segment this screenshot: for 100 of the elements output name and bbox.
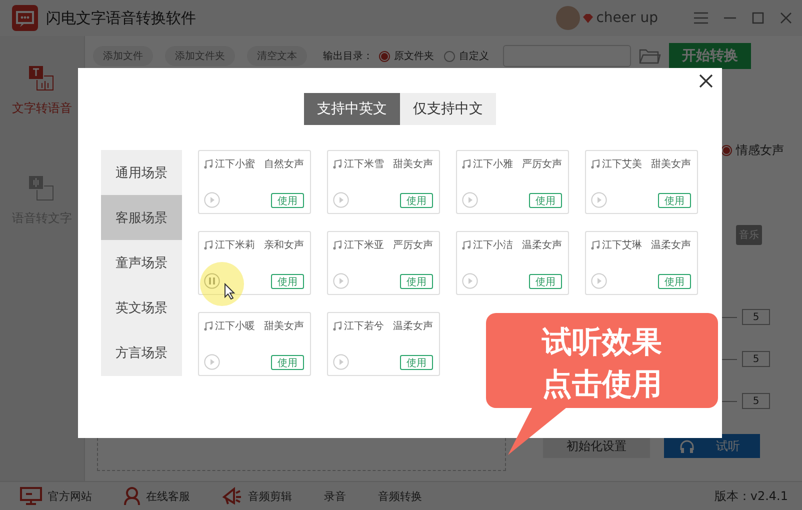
music-note-icon (333, 159, 342, 169)
radio-label: 原文件夹 (394, 50, 434, 63)
pause-icon[interactable] (204, 273, 220, 289)
language-tab[interactable]: 支持中英文 (304, 93, 400, 125)
footer-link[interactable]: 录音 (324, 488, 346, 504)
toolbar-button[interactable]: 添加文件夹 (165, 46, 235, 66)
music-note-icon (591, 240, 600, 250)
sidebar-item[interactable]: 文字转语音 (0, 66, 84, 176)
toolbar-button[interactable]: 添加文件 (93, 46, 153, 66)
music-note-icon (333, 240, 342, 250)
play-icon[interactable] (591, 192, 607, 208)
speech-to-text-icon (29, 176, 55, 202)
category-item[interactable]: 童声场景 (101, 240, 182, 285)
use-button[interactable]: 使用 (400, 274, 433, 288)
menu-icon[interactable] (694, 12, 708, 24)
radio-label: 自定义 (459, 50, 489, 63)
cursor-highlight (200, 262, 244, 306)
value-field[interactable]: 5 (742, 393, 770, 409)
listen-button[interactable]: 试听 (664, 434, 760, 458)
voice-style: 甜美女声 (393, 158, 433, 171)
value-field[interactable]: 5 (742, 351, 770, 367)
voice-style: 甜美女声 (264, 320, 304, 333)
diamond-icon (582, 12, 594, 24)
voice-name: 江下米莉 (215, 238, 255, 252)
use-button[interactable]: 使用 (400, 354, 433, 370)
version-label: 版本：v2.4.1 (714, 488, 788, 504)
use-button[interactable]: 使用 (271, 354, 304, 370)
music-note-icon (333, 321, 342, 331)
voice-name: 江下小洁 (473, 238, 513, 252)
play-icon[interactable] (462, 273, 478, 289)
music-note-icon (591, 159, 600, 169)
voice-name: 江下艾美 (602, 158, 642, 171)
voice-name: 江下米亚 (344, 238, 384, 252)
voice-name: 江下米雪 (344, 158, 384, 171)
play-icon[interactable] (462, 192, 478, 208)
play-icon[interactable] (204, 354, 220, 370)
voice-style: 甜美女声 (651, 158, 691, 171)
footer-link[interactable]: 音频转换 (378, 488, 422, 504)
value-field[interactable]: 5 (742, 309, 770, 325)
voice-style: 亲和女声 (264, 238, 304, 252)
category-item[interactable]: 方言场景 (101, 330, 182, 375)
megaphone-icon (222, 487, 242, 505)
play-icon[interactable] (591, 273, 607, 289)
play-icon[interactable] (204, 192, 220, 208)
use-button[interactable]: 使用 (658, 192, 691, 208)
use-button[interactable]: 使用 (400, 192, 433, 208)
radio-label: 情感女声 (736, 142, 784, 159)
category-item[interactable]: 英文场景 (101, 285, 182, 330)
music-note-icon (204, 159, 213, 169)
voice-name: 江下小暖 (215, 320, 255, 333)
music-note-icon (204, 321, 213, 331)
window-title: 闪电文字语音转换软件 (46, 8, 197, 28)
play-icon[interactable] (333, 354, 349, 370)
footer-link-label: 官方网站 (48, 488, 92, 504)
use-button[interactable]: 使用 (529, 274, 562, 288)
voice-style: 温柔女声 (651, 238, 691, 252)
radio-option[interactable]: 自定义 (444, 49, 489, 63)
output-label: 输出目录： (323, 50, 373, 63)
text-to-speech-icon (29, 66, 55, 92)
footer-link[interactable]: 音频剪辑 (222, 487, 292, 505)
user-name: cheer up (596, 10, 658, 26)
avatar[interactable] (556, 6, 580, 30)
path-field[interactable] (503, 45, 631, 67)
voice-name: 江下小雅 (473, 158, 513, 171)
radio-option[interactable]: 原文件夹 (379, 49, 434, 63)
voice-name: 江下艾琳 (602, 238, 642, 252)
footer-link-label: 音频剪辑 (248, 488, 292, 504)
music-note-icon (462, 240, 471, 250)
voice-name: 江下若兮 (344, 320, 384, 333)
play-icon[interactable] (333, 192, 349, 208)
start-button[interactable]: 开始转换 (669, 43, 751, 69)
footer-link[interactable]: 在线客服 (124, 487, 190, 505)
folder-icon[interactable] (639, 48, 661, 64)
use-button[interactable]: 使用 (271, 274, 304, 288)
voice-style: 温柔女声 (522, 238, 562, 252)
music-note-icon (462, 159, 471, 169)
music-note-icon (204, 240, 213, 250)
footer-link[interactable]: 官方网站 (20, 487, 92, 505)
monitor-icon (20, 487, 42, 505)
voice-style: 自然女声 (264, 158, 304, 171)
footer-link-label: 在线客服 (146, 488, 190, 504)
use-button[interactable]: 使用 (658, 274, 691, 288)
pointer-icon (224, 283, 236, 300)
callout-text: 点击使用 (541, 367, 663, 403)
app-logo (12, 5, 38, 31)
close-icon[interactable] (780, 12, 792, 24)
language-tab[interactable]: 仅支持中文 (400, 93, 496, 125)
close-button[interactable] (698, 73, 714, 89)
use-button[interactable]: 使用 (271, 192, 304, 208)
use-button[interactable]: 使用 (529, 192, 562, 208)
category-item[interactable]: 客服场景 (101, 195, 182, 240)
voice-style: 严厉女声 (522, 158, 562, 171)
callout-text: 试听效果 (540, 325, 663, 361)
headphones-icon (680, 440, 694, 452)
maximize-icon[interactable] (752, 12, 764, 24)
play-icon[interactable] (333, 273, 349, 289)
voice-name: 江下小蜜 (215, 158, 255, 171)
toolbar-button[interactable]: 清空文本 (247, 46, 307, 66)
voice-style: 温柔女声 (393, 320, 433, 333)
category-item[interactable]: 通用场景 (101, 150, 182, 195)
